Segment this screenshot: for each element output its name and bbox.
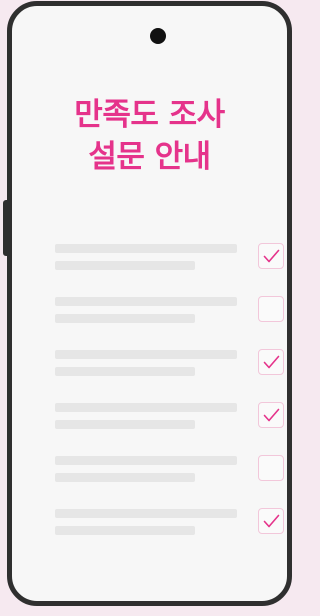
checkmark-icon — [263, 408, 280, 422]
checkbox-checked[interactable] — [258, 508, 284, 534]
placeholder-text-line — [55, 367, 195, 376]
title-line-2: 설문 안내 — [88, 139, 211, 175]
checkmark-icon — [263, 514, 280, 528]
survey-item — [55, 241, 287, 281]
survey-item — [55, 506, 287, 546]
checkmark-icon — [263, 249, 280, 263]
survey-item — [55, 453, 287, 493]
placeholder-text-line — [55, 473, 195, 482]
placeholder-text-line — [55, 314, 195, 323]
checkbox-unchecked[interactable] — [258, 455, 284, 481]
placeholder-text-line — [55, 420, 195, 429]
front-camera-icon — [150, 28, 166, 44]
placeholder-text-line — [55, 403, 237, 412]
placeholder-text-line — [55, 526, 195, 535]
placeholder-text-line — [55, 244, 237, 253]
checkbox-unchecked[interactable] — [258, 296, 284, 322]
checkmark-icon — [263, 355, 280, 369]
placeholder-text-line — [55, 261, 195, 270]
page-title: 만족도 조사 설문 안내 — [12, 94, 287, 178]
checkbox-checked[interactable] — [258, 243, 284, 269]
phone-mockup: 만족도 조사 설문 안내 — [7, 1, 292, 606]
survey-item — [55, 400, 287, 440]
placeholder-text-line — [55, 297, 237, 306]
checkbox-checked[interactable] — [258, 349, 284, 375]
placeholder-text-line — [55, 456, 237, 465]
checkbox-checked[interactable] — [258, 402, 284, 428]
placeholder-text-line — [55, 509, 237, 518]
survey-item — [55, 294, 287, 334]
title-line-1: 만족도 조사 — [74, 97, 225, 133]
placeholder-text-line — [55, 350, 237, 359]
survey-item — [55, 347, 287, 387]
